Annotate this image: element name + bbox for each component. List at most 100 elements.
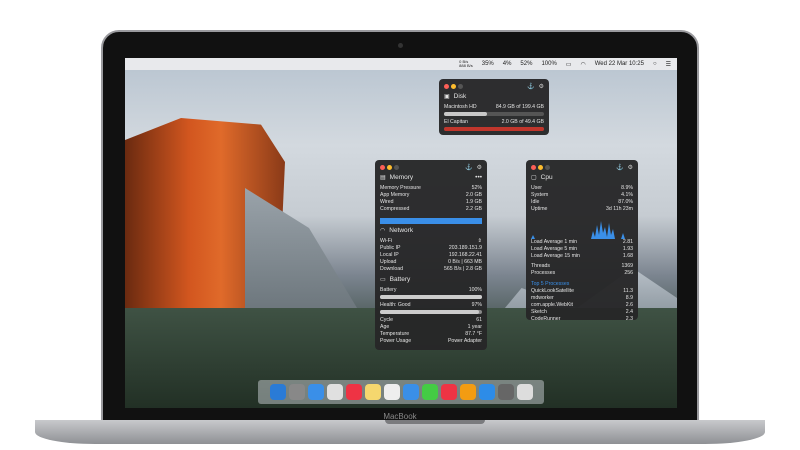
gear-icon[interactable]: ⚙	[539, 83, 544, 90]
cpu-stat-value: 4.1%	[621, 192, 633, 198]
top-process: com.apple.WebKit 2.6	[531, 302, 633, 309]
top-process: CodeRunner 2.3	[531, 316, 633, 323]
battery-stat: Temperature 87.7 °F	[380, 331, 482, 338]
top-process-label: QuickLookSatellite	[531, 288, 574, 294]
cpu-stat-label: User	[531, 185, 542, 191]
network-stat: Download 565 B/s | 2.8 GB	[380, 266, 482, 273]
battery-stat-value: 1 year	[467, 324, 482, 330]
camera	[398, 43, 403, 48]
battery-icon: ▭	[380, 277, 386, 283]
process-count: Threads 1369	[531, 263, 633, 270]
cpu-icon: ▢	[531, 175, 537, 181]
network-stat: Local IP 192.168.22.41	[380, 252, 482, 259]
minimize-button[interactable]	[538, 164, 543, 170]
load-average: Load Average 5 min 1.93	[531, 246, 633, 253]
load-average: Load Average 15 min 1.68	[531, 253, 633, 260]
anchor-icon[interactable]: ⚓	[527, 83, 534, 90]
cpu-stat-value: 8.9%	[621, 185, 633, 191]
notification-center-icon[interactable]: ☰	[666, 61, 671, 68]
top-processes-title: Top 5 Processes	[531, 281, 570, 287]
dock-app-store-icon[interactable]	[478, 384, 495, 400]
top-process-value: 2.4	[625, 309, 633, 315]
spotlight-icon[interactable]: ○	[653, 61, 657, 67]
select-arrows-icon[interactable]: ⇕	[478, 238, 482, 245]
dock	[258, 380, 544, 404]
disk-icon: ▣	[444, 94, 450, 100]
battery-stat-value: 87.7 °F	[465, 331, 482, 337]
top-process-label: mdworker	[531, 295, 554, 301]
battery-stat-label: Power Usage	[380, 338, 412, 344]
disk-row: El Capitan 2.0 GB of 49.4 GB	[444, 119, 544, 126]
top-process-label: com.apple.WebKit	[531, 302, 574, 308]
battery-title: Battery	[389, 276, 411, 283]
network-speed-menu[interactable]: 0 B/s 888 B/s	[459, 60, 473, 68]
process-count: Processes 256	[531, 270, 633, 277]
cpu-history-graph	[531, 221, 633, 239]
top-process-value: 8.9	[625, 295, 633, 301]
anchor-icon[interactable]: ⚓	[616, 164, 623, 171]
zoom-button[interactable]	[458, 83, 463, 89]
dock-system-preferences-icon[interactable]	[497, 384, 514, 400]
dock-messages-icon[interactable]	[402, 384, 419, 400]
dock-calendar-icon[interactable]	[345, 384, 362, 400]
network-stat-label: Upload	[380, 259, 397, 265]
network-stat-value: 203.189.151.9	[448, 245, 482, 251]
battery-icon[interactable]: ▭	[566, 61, 572, 68]
memory-stat: App Memory 2.0 GB	[380, 192, 482, 199]
dock-itunes-icon[interactable]	[440, 384, 457, 400]
close-button[interactable]	[444, 83, 449, 89]
disk-widget: ⚓ ⚙ ▣ Disk Macintosh HD 84.9 GB of 199.4 GB…	[439, 79, 549, 135]
network-stat: Upload 0 B/s | 663 MB	[380, 259, 482, 266]
close-button[interactable]	[531, 164, 536, 170]
anchor-icon[interactable]: ⚓	[465, 164, 472, 171]
health-bar	[380, 310, 482, 314]
top-process-label: Sketch	[531, 309, 547, 315]
load-average-label: Load Average 1 min	[531, 239, 578, 245]
clock[interactable]: Wed 22 Mar 10:25	[595, 61, 644, 67]
dock-facetime-icon[interactable]	[421, 384, 438, 400]
zoom-button[interactable]	[394, 164, 399, 170]
memory-stat-label: App Memory	[380, 192, 410, 198]
memory-stat: Memory Pressure 52%	[380, 185, 482, 192]
memory-icon: ▤	[380, 175, 386, 181]
battery-stat: Age 1 year	[380, 324, 482, 331]
cpu-menu[interactable]: 35%	[482, 61, 494, 67]
dock-reminders-icon[interactable]	[383, 384, 400, 400]
minimize-button[interactable]	[451, 83, 456, 89]
battery-stat-value: Power Adapter	[447, 338, 482, 344]
dock-ibooks-icon[interactable]	[459, 384, 476, 400]
memory-menu[interactable]: 52%	[520, 61, 532, 67]
process-count-value: 1369	[621, 263, 633, 269]
charge-label: Battery	[380, 287, 397, 293]
more-button[interactable]: •••	[475, 174, 482, 181]
zoom-button[interactable]	[545, 164, 550, 170]
memory-title: Memory	[389, 174, 414, 181]
load-average-value: 1.68	[622, 253, 633, 259]
cpu-stat-value: 3d 11h 23m	[605, 206, 633, 212]
cpu-stat-label: System	[531, 192, 549, 198]
dock-launchpad-icon[interactable]	[288, 384, 305, 400]
dock-notes-icon[interactable]	[364, 384, 381, 400]
gpu-menu[interactable]: 4%	[503, 61, 512, 67]
interface-select[interactable]: Wi-Fi	[380, 238, 392, 245]
close-button[interactable]	[380, 164, 385, 170]
disk-name: Macintosh HD	[444, 104, 477, 110]
dock-finder-icon[interactable]	[269, 384, 286, 400]
memory-stat-label: Compressed	[380, 206, 410, 212]
gear-icon[interactable]: ⚙	[628, 164, 633, 171]
top-process-value: 2.3	[625, 316, 633, 322]
wifi-icon[interactable]: ◠	[580, 61, 585, 68]
dock-safari-icon[interactable]	[307, 384, 324, 400]
top-process: Sketch 2.4	[531, 309, 633, 316]
memory-stat-value: 1.9 GB	[465, 199, 482, 205]
cpu-widget: ⚓ ⚙ ▢ Cpu User 8.9% System 4.1% Idle 87.0% Uptim…	[526, 160, 638, 323]
gear-icon[interactable]: ⚙	[477, 164, 482, 171]
dock-mail-icon[interactable]	[326, 384, 343, 400]
battery-menu[interactable]: 100%	[541, 61, 556, 67]
battery-stat-label: Temperature	[380, 331, 410, 337]
disk-usage-bar	[444, 112, 544, 116]
minimize-button[interactable]	[387, 164, 392, 170]
top-process: QuickLookSatellite 11.3	[531, 288, 633, 295]
process-count-label: Threads	[531, 263, 551, 269]
dock-trash-icon[interactable]	[516, 384, 533, 400]
